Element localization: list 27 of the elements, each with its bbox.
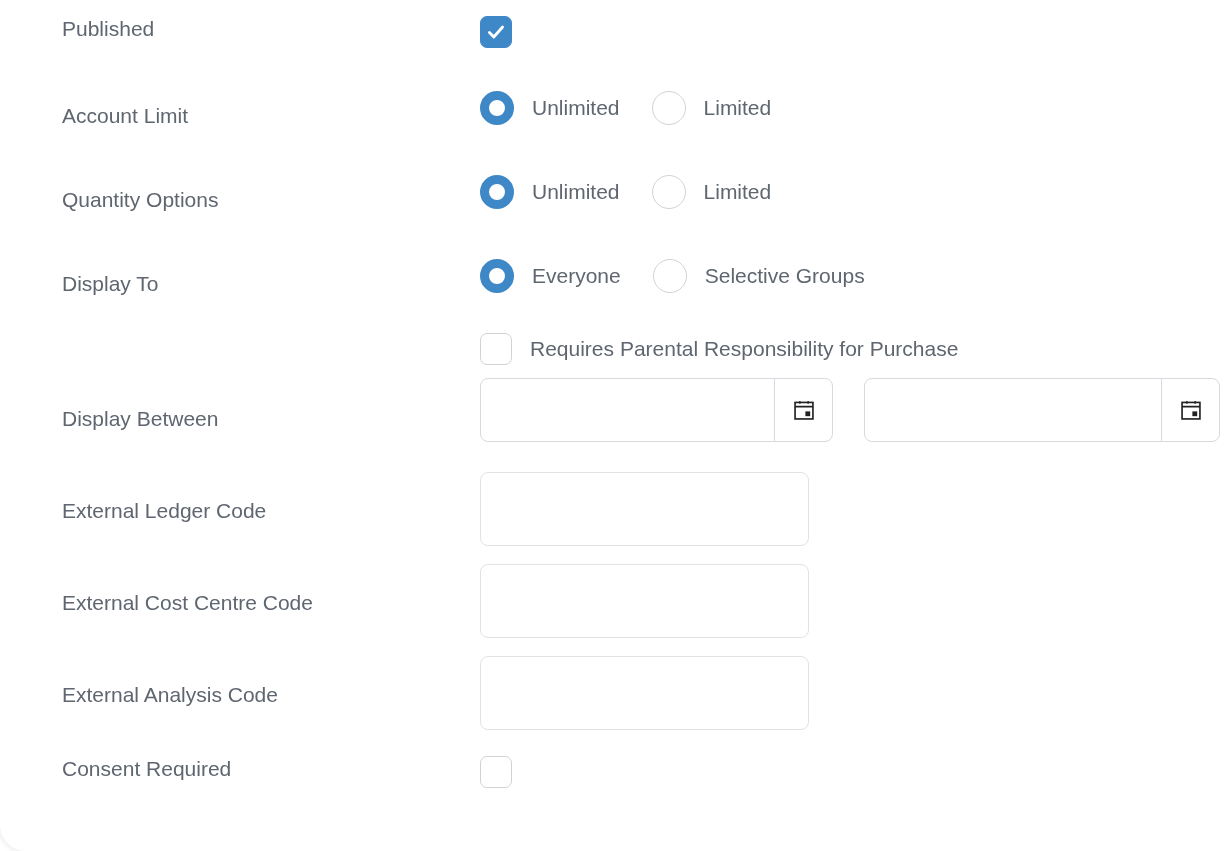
field-label: External Analysis Code [62, 682, 278, 708]
radio-button[interactable] [480, 259, 514, 293]
radio-label: Unlimited [532, 179, 620, 205]
radio-label: Unlimited [532, 95, 620, 121]
calendar-icon[interactable] [792, 399, 815, 421]
calendar-icon[interactable] [1179, 399, 1202, 421]
field-label: Consent Required [62, 756, 232, 782]
field-label: Quantity Options [62, 187, 219, 213]
radio-button[interactable] [480, 175, 514, 209]
field-label: Display To [62, 271, 159, 297]
text-field[interactable] [480, 656, 809, 730]
checkbox-label: Requires Parental Responsibility for Purchase [530, 336, 959, 362]
field-label: Published [62, 16, 155, 42]
radio-label: Limited [703, 179, 772, 205]
text-field[interactable] [480, 472, 809, 546]
checkbox[interactable] [480, 16, 512, 48]
radio-label: Selective Groups [704, 263, 865, 289]
field-label: External Ledger Code [62, 498, 267, 524]
radio-label: Limited [703, 95, 772, 121]
date-field[interactable] [480, 378, 833, 442]
radio-button[interactable] [480, 91, 514, 125]
field-label: Account Limit [62, 103, 189, 129]
field-label: Display Between [62, 406, 219, 432]
radio-label: Everyone [532, 263, 621, 289]
text-field[interactable] [480, 564, 809, 638]
date-field[interactable] [864, 378, 1220, 442]
field-label: External Cost Centre Code [62, 590, 313, 616]
